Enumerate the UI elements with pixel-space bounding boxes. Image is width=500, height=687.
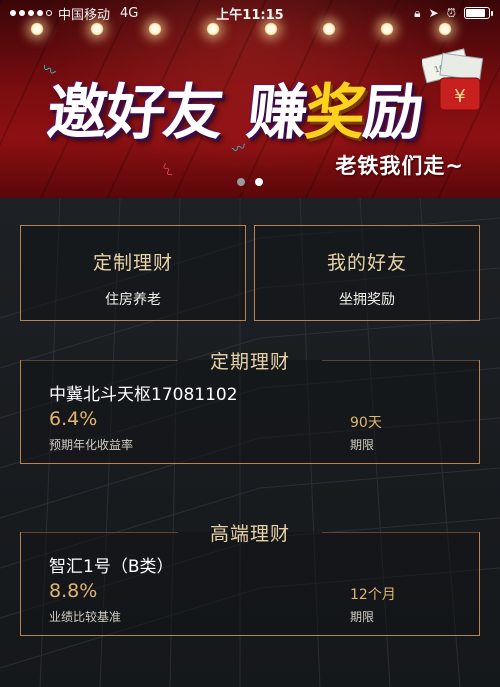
quick-card-title: 定制理财 bbox=[92, 252, 173, 274]
banner-title-part1: 邀好友 bbox=[43, 78, 226, 148]
network-type: 4G bbox=[120, 5, 139, 21]
product-term: 12个月 bbox=[350, 587, 396, 603]
money-bag-icon: 100元 ¥ bbox=[422, 48, 484, 111]
banner-title: 邀好友 赚奖励 bbox=[43, 64, 426, 151]
carousel-indicator bbox=[0, 178, 500, 186]
section-title: 定期理财 bbox=[209, 350, 290, 373]
product-rate: 8.8% bbox=[49, 580, 98, 602]
product-card[interactable]: 中冀北斗天枢17081102 6.4% 预期年化收益率 90天 期限 bbox=[20, 360, 480, 464]
status-bar: 中国移动 4G 上午11:15 🔒︎ ➤ ⏰︎ bbox=[0, 0, 500, 26]
product-rate-label: 预期年化收益率 bbox=[49, 438, 134, 452]
product-card[interactable]: 智汇1号（B类） 8.8% 业绩比较基准 12个月 期限 bbox=[20, 532, 480, 636]
battery-icon bbox=[464, 7, 493, 19]
orientation-lock-icon: 🔒︎ bbox=[414, 6, 421, 20]
quick-card-title: 我的好友 bbox=[326, 252, 407, 274]
banner-title-part2b: 励 bbox=[359, 78, 426, 148]
promo-banner[interactable]: 〰 〰 〰 邀好友赚奖励 100元 ¥ 老铁我们走~ bbox=[0, 0, 500, 198]
quick-card-subtitle: 住房养老 bbox=[105, 292, 161, 308]
product-term-label: 期限 bbox=[350, 610, 375, 624]
product-name: 中冀北斗天枢17081102 bbox=[49, 385, 238, 405]
alarm-clock-icon: ⏰︎ bbox=[446, 6, 456, 20]
banner-subtitle: 老铁我们走~ bbox=[335, 154, 464, 178]
product-name: 智汇1号（B类） bbox=[49, 557, 174, 577]
carrier-name: 中国移动 bbox=[58, 7, 111, 23]
quick-card-subtitle: 坐拥奖励 bbox=[339, 292, 395, 308]
custom-finance-card[interactable]: 定制理财 住房养老 bbox=[20, 225, 246, 321]
carousel-dot[interactable] bbox=[237, 178, 245, 186]
main-content: 定制理财 住房养老 我的好友 坐拥奖励 定期理财 中冀北斗天枢17081102 … bbox=[0, 198, 500, 687]
product-rate: 6.4% bbox=[49, 408, 98, 430]
quick-actions: 定制理财 住房养老 我的好友 坐拥奖励 bbox=[20, 225, 480, 321]
carousel-dot-active[interactable] bbox=[255, 178, 263, 186]
section-title: 高端理财 bbox=[209, 522, 290, 545]
product-term-label: 期限 bbox=[350, 438, 375, 452]
signal-strength-icon bbox=[10, 10, 52, 16]
yuan-symbol: ¥ bbox=[454, 86, 465, 107]
banner-title-part2a: 赚 bbox=[243, 78, 310, 148]
location-arrow-icon: ➤ bbox=[428, 6, 439, 20]
product-rate-label: 业绩比较基准 bbox=[49, 610, 122, 624]
my-friends-card[interactable]: 我的好友 坐拥奖励 bbox=[254, 225, 480, 321]
banner-title-highlight: 奖 bbox=[301, 78, 368, 148]
product-term: 90天 bbox=[350, 415, 382, 431]
